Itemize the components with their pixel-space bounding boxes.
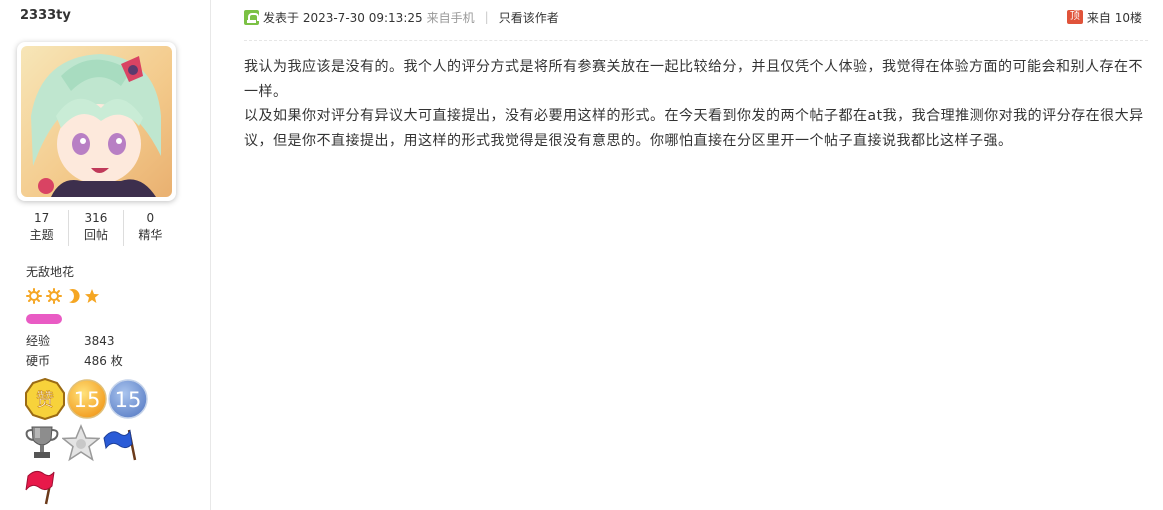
level-bar	[26, 314, 62, 324]
exp-label: 经验	[26, 334, 51, 348]
sun-icon	[26, 288, 42, 304]
coin-value: 486 枚	[84, 354, 123, 368]
exp-value: 3843	[84, 334, 115, 348]
medal-text: 赞	[36, 390, 54, 411]
stat-value: 17	[34, 211, 50, 225]
star-icon	[85, 289, 99, 303]
floor-label[interactable]: 来自 10楼	[1087, 9, 1142, 26]
coin-row: 硬币 486 枚	[26, 352, 123, 369]
post-content: 我认为我应该是没有的。我个人的评分方式是将所有参赛关放在一起比较给分，并且仅凭个…	[244, 55, 1148, 153]
stat-value: 0	[146, 211, 155, 225]
stat-threads[interactable]: 17 主题	[15, 210, 70, 246]
only-author-link[interactable]: 只看该作者	[499, 9, 559, 26]
stat-digest[interactable]: 0 精华	[124, 210, 177, 246]
silver-star-medal[interactable]	[62, 424, 100, 462]
medals-row	[24, 424, 138, 462]
zan-medal[interactable]: 赞	[24, 378, 66, 420]
coin-label: 硬币	[26, 354, 51, 368]
user-sidebar: 2333ty 17 主题 316 回帖 0 精华 无敌地花 经验 3843 硬币…	[0, 0, 211, 510]
avatar-frame	[17, 42, 176, 201]
post-time: 发表于 2023-7-30 09:13:25	[263, 10, 423, 25]
moon-icon	[69, 289, 80, 303]
post-source: 来自手机	[426, 10, 475, 25]
rank-icons	[26, 288, 100, 304]
user-stats: 17 主题 316 回帖 0 精华	[15, 210, 177, 246]
blue-15-medal[interactable]: 15	[108, 378, 148, 420]
blue-flag-medal[interactable]	[102, 424, 138, 462]
stat-label: 主题	[29, 228, 54, 242]
post-paragraph: 以及如果你对评分有异议大可直接提出，没有必要用这样的形式。在今天看到你发的两个帖…	[244, 108, 1144, 149]
sun-icon	[46, 288, 62, 304]
floor-info: 顶 来自 10楼	[1066, 9, 1142, 26]
header-divider	[244, 40, 1148, 41]
red-flag-medal[interactable]	[24, 466, 62, 506]
username[interactable]: 2333ty	[20, 8, 71, 23]
separator: |	[484, 10, 489, 24]
stat-replies[interactable]: 316 回帖	[69, 210, 124, 246]
top-badge-icon[interactable]: 顶	[1066, 10, 1083, 24]
avatar[interactable]	[21, 46, 172, 197]
rank-title[interactable]: 无敌地花	[26, 263, 74, 280]
medal-text: 15	[74, 388, 101, 412]
stat-label: 回帖	[83, 228, 108, 242]
stat-label: 精华	[138, 228, 163, 242]
post-header: 发表于 2023-7-30 09:13:25 来自手机 | 只看该作者 顶 来自…	[244, 7, 1142, 27]
silver-trophy-medal[interactable]	[24, 424, 60, 462]
gold-15-medal[interactable]: 15	[67, 378, 107, 420]
medal-text: 15	[115, 388, 142, 412]
exp-row: 经验 3843	[26, 332, 115, 349]
medals-row	[24, 466, 62, 509]
post-paragraph: 我认为我应该是没有的。我个人的评分方式是将所有参赛关放在一起比较给分，并且仅凭个…	[244, 59, 1143, 100]
stat-value: 316	[84, 211, 108, 225]
user-post-icon	[244, 9, 259, 25]
medals-row: 赞 15 15	[24, 378, 148, 420]
